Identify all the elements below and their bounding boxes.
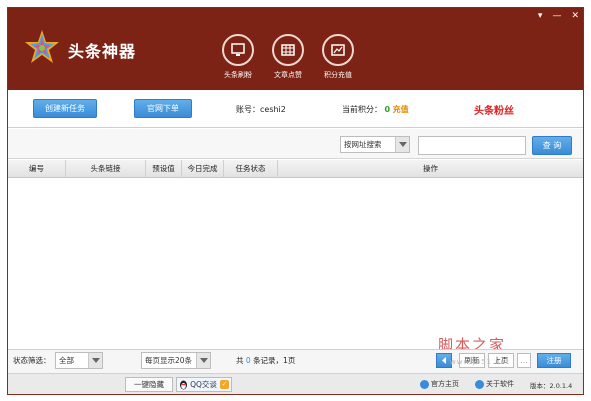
qq-chat-label: QQ交谈 bbox=[190, 380, 217, 389]
points-value: 0 bbox=[384, 105, 391, 114]
nav-label: 文章点赞 bbox=[274, 71, 302, 79]
homepage-label: 官方主页 bbox=[431, 380, 459, 388]
per-page-value: 每页显示20条 bbox=[145, 356, 193, 365]
status-filter-value: 全部 bbox=[59, 356, 74, 365]
monitor-icon bbox=[231, 43, 245, 56]
chevron-down-icon bbox=[196, 353, 210, 368]
watermark-url: www.jb51.net bbox=[450, 358, 510, 366]
per-page-select[interactable]: 每页显示20条 bbox=[141, 352, 211, 369]
search-mode-value: 按网址搜索 bbox=[344, 140, 382, 149]
page-dots: … bbox=[517, 353, 531, 368]
version-label: 版本：2.0.1.4 bbox=[530, 382, 573, 390]
app-window: 头条神器 ▾ — ✕ 头条刷粉 文章点赞 积分充值 创建新任务 官网下单 账号：… bbox=[7, 7, 584, 395]
checkmark-icon: ✓ bbox=[219, 380, 229, 389]
column-header-link: 头条链接 bbox=[66, 160, 146, 178]
table-header: 编号 头条链接 预设值 今日完成 任务状态 操作 bbox=[8, 160, 583, 178]
record-count-suffix: 条记录，1页 bbox=[253, 356, 296, 365]
column-header-task-status: 任务状态 bbox=[224, 160, 278, 178]
record-count: 共 0 条记录，1页 bbox=[236, 355, 295, 366]
table-body bbox=[8, 179, 583, 349]
close-icon[interactable]: ✕ bbox=[571, 11, 579, 21]
about-link[interactable]: 关于软件 bbox=[475, 379, 514, 389]
create-task-button[interactable]: 创建新任务 bbox=[33, 99, 97, 118]
window-controls: ▾ — ✕ bbox=[538, 11, 579, 21]
next-page-button[interactable]: 注册 bbox=[537, 353, 571, 368]
arrow-left-icon bbox=[441, 357, 446, 364]
column-header-actions: 操作 bbox=[423, 164, 438, 173]
official-order-button[interactable]: 官网下单 bbox=[134, 99, 192, 118]
points-label: 当前积分： bbox=[342, 105, 382, 114]
homepage-link[interactable]: 官方主页 bbox=[420, 379, 459, 389]
column-header-preset: 预设值 bbox=[146, 160, 182, 178]
nav-item-points-recharge[interactable]: 积分充值 bbox=[313, 34, 363, 80]
minimize-icon[interactable]: — bbox=[552, 11, 561, 21]
home-icon bbox=[420, 379, 429, 389]
menu-dropdown-icon[interactable]: ▾ bbox=[538, 11, 543, 21]
points-info: 当前积分： 0 充值 bbox=[342, 104, 409, 115]
column-header-id: 编号 bbox=[8, 160, 66, 178]
hide-all-button[interactable]: 一键隐藏 bbox=[125, 377, 173, 392]
record-count-value: 0 bbox=[245, 356, 251, 365]
status-filter-label: 状态筛选： bbox=[13, 356, 51, 365]
column-header-today-done: 今日完成 bbox=[182, 160, 224, 178]
search-input[interactable] bbox=[418, 136, 526, 155]
nav-label: 积分充值 bbox=[324, 71, 352, 79]
account-info: 账号：ceshi2 bbox=[236, 104, 286, 115]
nav-item-headline-fans[interactable]: 头条刷粉 bbox=[213, 34, 263, 80]
nav-item-article-like[interactable]: 文章点赞 bbox=[263, 34, 313, 80]
nav-label: 头条刷粉 bbox=[224, 71, 252, 79]
status-filter-select[interactable]: 全部 bbox=[55, 352, 103, 369]
film-strip-icon bbox=[281, 44, 295, 56]
account-value: ceshi2 bbox=[260, 105, 286, 114]
account-label: 账号： bbox=[236, 105, 260, 114]
app-title: 头条神器 bbox=[68, 42, 137, 61]
search-button[interactable]: 查 询 bbox=[532, 136, 572, 155]
star-logo-icon bbox=[25, 30, 59, 63]
info-icon bbox=[475, 379, 484, 389]
qq-penguin-icon bbox=[180, 380, 188, 389]
chevron-down-icon bbox=[88, 353, 102, 368]
chart-icon bbox=[331, 44, 345, 56]
qq-chat-button[interactable]: QQ交谈 ✓ bbox=[176, 377, 232, 392]
fans-title: 头条粉丝 bbox=[474, 106, 514, 117]
recharge-link[interactable]: 充值 bbox=[393, 105, 409, 114]
record-count-prefix: 共 bbox=[236, 356, 244, 365]
about-label: 关于软件 bbox=[486, 380, 514, 388]
chevron-down-icon bbox=[395, 137, 409, 152]
search-mode-select[interactable]: 按网址搜索 bbox=[340, 136, 410, 153]
header-bar: 头条神器 ▾ — ✕ 头条刷粉 文章点赞 积分充值 bbox=[8, 8, 583, 90]
